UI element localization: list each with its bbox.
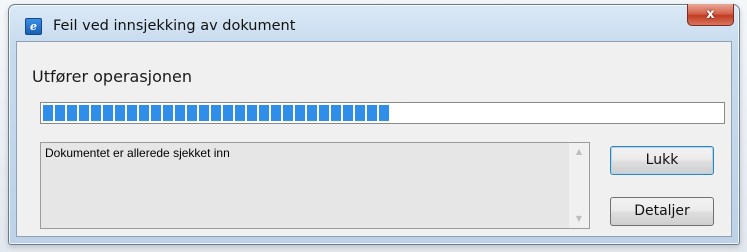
dialog-body: Utfører operasjonen Dokumentet er allere… [16, 41, 732, 237]
message-text: Dokumentet er allerede sjekket inn [45, 146, 230, 160]
app-icon: e [25, 18, 42, 35]
message-scrollbar[interactable]: ▲ ▼ [569, 143, 589, 228]
close-window-button[interactable]: x [687, 4, 734, 26]
message-textbox[interactable]: Dokumentet er allerede sjekket inn [40, 142, 590, 229]
scroll-up-arrow-icon[interactable]: ▲ [569, 143, 589, 161]
operation-status-label: Utfører operasjonen [32, 67, 193, 86]
error-dialog-window: e Feil ved innsjekking av dokument x Utf… [8, 4, 740, 245]
window-title: Feil ved innsjekking av dokument [53, 18, 296, 34]
close-button[interactable]: Lukk [610, 146, 714, 175]
scroll-down-arrow-icon[interactable]: ▼ [569, 210, 589, 228]
title-bar[interactable]: e Feil ved innsjekking av dokument x [9, 4, 739, 41]
progress-bar [40, 102, 725, 124]
progress-bar-fill [43, 105, 389, 121]
details-button[interactable]: Detaljer [610, 197, 714, 226]
